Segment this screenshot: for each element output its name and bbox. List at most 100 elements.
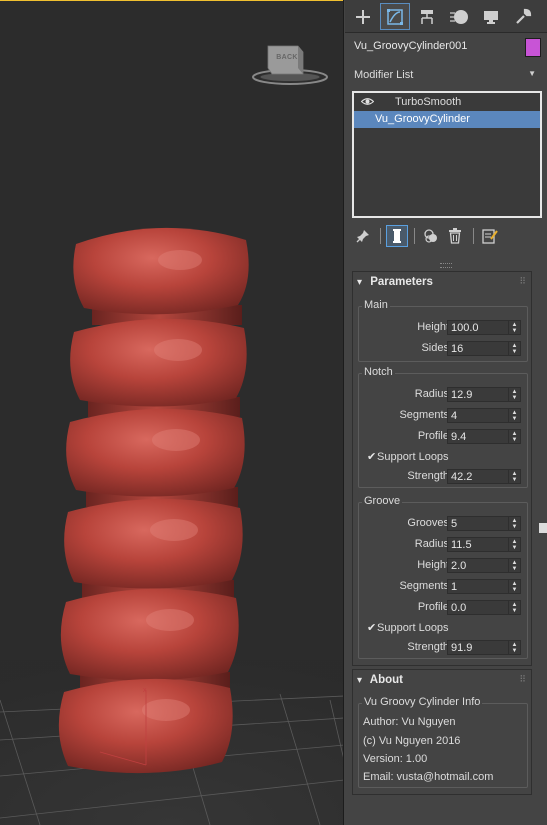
drag-handle-icon[interactable]: ⠿ xyxy=(519,674,526,685)
make-unique-button[interactable] xyxy=(420,225,442,247)
command-panel-tabs xyxy=(345,0,547,33)
toolbar-separator xyxy=(380,228,381,244)
panel-resize-grip[interactable] xyxy=(440,263,452,268)
groove-support-loops-checkbox[interactable]: ✔ Support Loops xyxy=(359,620,527,637)
param-label: Segments xyxy=(399,409,449,421)
modifier-list-label: Modifier List xyxy=(354,69,414,81)
rollout-title: About xyxy=(369,674,403,686)
modifier-stack[interactable]: TurboSmooth Vu_GroovyCylinder xyxy=(352,91,542,218)
spinner-arrows-icon[interactable]: ▲ ▼ xyxy=(509,408,521,423)
about-rollout-header[interactable]: ▾ About xyxy=(357,674,403,686)
about-version: Version: 1.00 xyxy=(363,753,428,765)
motion-icon xyxy=(450,9,468,24)
groove-height-spinner-field[interactable]: 2.0 xyxy=(447,558,509,573)
about-email: Email: vusta@hotmail.com xyxy=(363,771,494,783)
spinner-arrows-icon[interactable]: ▲ ▼ xyxy=(509,600,521,615)
checkmark-icon: ✔ xyxy=(367,622,377,634)
spinner-arrows-icon[interactable]: ▲ ▼ xyxy=(509,387,521,402)
tab-display[interactable] xyxy=(476,3,506,30)
param-label: Sides xyxy=(421,342,449,354)
hierarchy-icon xyxy=(421,9,433,24)
checkmark-icon: ✔ xyxy=(367,451,377,463)
groove-profile-spinner-field[interactable]: 0.0 xyxy=(447,600,509,615)
spinner-arrows-icon[interactable]: ▲ ▼ xyxy=(509,320,521,335)
svg-text:x: x xyxy=(143,687,147,694)
param-groove-radius: Radius 11.5 ▲ ▼ xyxy=(359,536,527,553)
about-author: Author: Vu Nguyen xyxy=(363,716,456,728)
param-label: Grooves xyxy=(407,517,449,529)
remove-modifier-button[interactable] xyxy=(444,225,466,247)
scene-render: x xyxy=(0,0,343,825)
stack-item-vu-groovycylinder[interactable]: Vu_GroovyCylinder xyxy=(354,111,540,128)
pin-icon xyxy=(356,230,369,243)
spinner-arrows-icon[interactable]: ▲ ▼ xyxy=(509,516,521,531)
tab-create[interactable] xyxy=(348,3,378,30)
param-groove-strength: Strength 91.9 ▲ ▼ xyxy=(359,639,527,656)
modify-icon xyxy=(387,8,403,25)
checkbox-label: Support Loops xyxy=(377,622,449,634)
show-end-result-button[interactable] xyxy=(386,225,408,247)
eye-icon[interactable] xyxy=(361,97,374,106)
spinner-arrows-icon[interactable]: ▲ ▼ xyxy=(509,469,521,484)
param-label: Radius xyxy=(414,388,449,400)
parameters-rollout: ▾ Parameters ⠿ Main Height 100.0 ▲ ▼ Side… xyxy=(352,271,532,666)
spinner-arrows-icon[interactable]: ▲ ▼ xyxy=(509,579,521,594)
panel-scroll-handle[interactable] xyxy=(539,523,547,533)
configure-sets-icon xyxy=(482,229,498,244)
show-end-result-icon xyxy=(393,229,401,243)
object-name-field[interactable]: Vu_GroovyCylinder001 xyxy=(350,37,518,57)
notch-radius-spinner-field[interactable]: 12.9 xyxy=(447,387,509,402)
about-info-group: Vu Groovy Cylinder Info Author: Vu Nguye… xyxy=(358,696,528,788)
sides-spinner-field[interactable]: 16 xyxy=(447,341,509,356)
make-unique-icon xyxy=(424,229,437,243)
height-spinner-field[interactable]: 100.0 xyxy=(447,320,509,335)
param-label: Radius xyxy=(414,538,449,550)
param-label: Height xyxy=(417,321,449,333)
spinner-arrows-icon[interactable]: ▲ ▼ xyxy=(509,537,521,552)
configure-modifier-sets-button[interactable] xyxy=(479,225,501,247)
param-groove-segments: Segments 1 ▲ ▼ xyxy=(359,578,527,595)
param-label: Strength xyxy=(407,470,449,482)
groove-segments-spinner-field[interactable]: 1 xyxy=(447,579,509,594)
spinner-arrows-icon[interactable]: ▲ ▼ xyxy=(509,558,521,573)
object-color-swatch[interactable] xyxy=(525,38,541,57)
param-notch-strength: Strength 42.2 ▲ ▼ xyxy=(359,468,527,485)
param-label: Segments xyxy=(399,580,449,592)
main-group: Main Height 100.0 ▲ ▼ Sides 16 ▲ ▼ xyxy=(358,299,528,362)
parameters-rollout-header[interactable]: ▾ Parameters xyxy=(357,276,433,288)
tab-modify[interactable] xyxy=(380,3,410,30)
tab-hierarchy[interactable] xyxy=(412,3,442,30)
pin-stack-button[interactable] xyxy=(352,225,374,247)
tab-motion[interactable] xyxy=(444,3,474,30)
spinner-arrows-icon[interactable]: ▲ ▼ xyxy=(509,429,521,444)
spinner-arrows-icon[interactable]: ▲ ▼ xyxy=(509,341,521,356)
notch-support-loops-checkbox[interactable]: ✔ Support Loops xyxy=(359,449,527,466)
chevron-down-icon: ▾ xyxy=(357,675,363,686)
drag-handle-icon[interactable]: ⠿ xyxy=(519,276,526,287)
grooves-spinner-field[interactable]: 5 xyxy=(447,516,509,531)
stack-item-label: Vu_GroovyCylinder xyxy=(375,113,470,125)
spinner-arrows-icon[interactable]: ▲ ▼ xyxy=(509,640,521,655)
perspective-viewport[interactable]: x BACK xyxy=(0,0,344,825)
param-notch-radius: Radius 12.9 ▲ ▼ xyxy=(359,386,527,403)
notch-profile-spinner-field[interactable]: 9.4 xyxy=(447,429,509,444)
notch-strength-spinner-field[interactable]: 42.2 xyxy=(447,469,509,484)
tab-utilities[interactable] xyxy=(508,3,538,30)
group-title: Vu Groovy Cylinder Info xyxy=(362,696,483,708)
rollout-title: Parameters xyxy=(370,276,433,288)
chevron-down-icon: ▼ xyxy=(528,69,536,78)
plus-icon xyxy=(356,9,370,24)
modifier-list-dropdown[interactable]: Modifier List ▼ xyxy=(350,66,540,86)
stack-item-turbosmooth[interactable]: TurboSmooth xyxy=(354,94,540,111)
groove-radius-spinner-field[interactable]: 11.5 xyxy=(447,537,509,552)
chevron-down-icon: ▾ xyxy=(357,277,363,288)
notch-segments-spinner-field[interactable]: 4 xyxy=(447,408,509,423)
viewcube[interactable] xyxy=(250,42,330,87)
modifier-stack-toolbar xyxy=(350,225,540,249)
group-title: Main xyxy=(362,299,390,311)
display-icon xyxy=(484,10,498,24)
groove-strength-spinner-field[interactable]: 91.9 xyxy=(447,640,509,655)
about-copyright: (c) Vu Nguyen 2016 xyxy=(363,735,461,747)
param-sides: Sides 16 ▲ ▼ xyxy=(359,340,527,357)
toolbar-separator xyxy=(414,228,415,244)
